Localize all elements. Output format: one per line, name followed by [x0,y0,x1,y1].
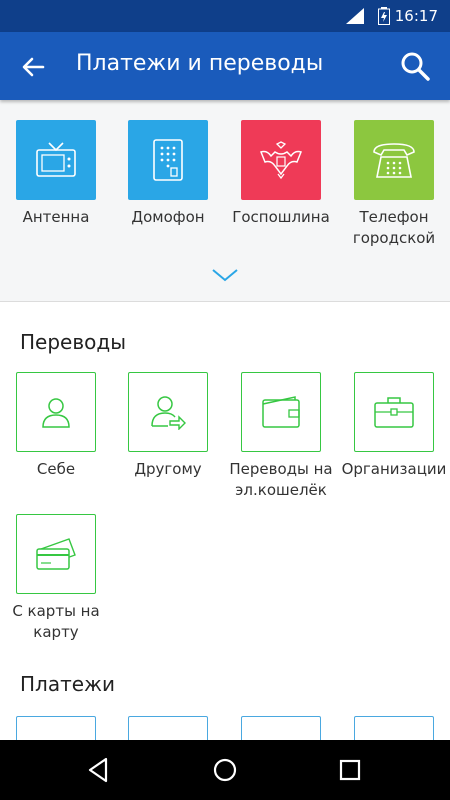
tile-landline-phone[interactable]: Телефон городской [338,120,450,249]
transfer-to-self[interactable]: Себе [0,372,112,480]
landline-phone-icon [354,120,434,200]
tv-icon [16,120,96,200]
tile-state-duty[interactable]: Госпошлина [225,120,337,228]
transfer-to-organization[interactable]: Организации [338,372,450,480]
status-time: 16:17 [394,7,438,25]
transfers-section-title: Переводы [20,330,126,354]
tile-label: Телефон городской [352,208,436,247]
chevron-down-icon[interactable] [211,268,239,282]
tile-label: Другому [134,460,202,478]
tile-antenna[interactable]: Антенна [0,120,112,228]
intercom-icon [128,120,208,200]
search-icon[interactable] [398,49,432,83]
status-bar: 16:17 [0,0,450,32]
tile-label: Домофон [131,208,205,226]
tile-label: Антенна [22,208,90,226]
person-icon [16,372,96,452]
tile-label: Госпошлина [232,208,330,226]
battery-icon [378,7,390,25]
tile-label: Переводы на эл.кошелёк [229,460,333,499]
tile-intercom[interactable]: Домофон [112,120,224,228]
transfer-to-other[interactable]: Другому [112,372,224,480]
bank-cards-icon [16,514,96,594]
home-circle-icon[interactable] [207,752,243,788]
app-bar: Платежи и переводы [0,32,450,100]
payments-section-title: Платежи [20,672,116,696]
recents-square-icon[interactable] [332,752,368,788]
wallet-icon [241,372,321,452]
tile-label: Организации [341,460,447,478]
tile-label: С карты на карту [12,602,100,641]
tile-label: Себе [36,460,76,478]
signal-icon [346,8,364,24]
system-navigation-bar [0,740,450,800]
card-to-card-transfer[interactable]: С карты на карту [0,514,112,643]
person-arrow-icon [128,372,208,452]
quick-payments-section: Антенна Домофон Госпошлина Телефон город… [0,100,450,302]
eagle-emblem-icon [241,120,321,200]
transfer-to-ewallet[interactable]: Переводы на эл.кошелёк [225,372,337,501]
page-title: Платежи и переводы [76,51,324,76]
back-triangle-icon[interactable] [80,752,116,788]
briefcase-icon [354,372,434,452]
back-arrow-icon[interactable] [18,52,48,82]
